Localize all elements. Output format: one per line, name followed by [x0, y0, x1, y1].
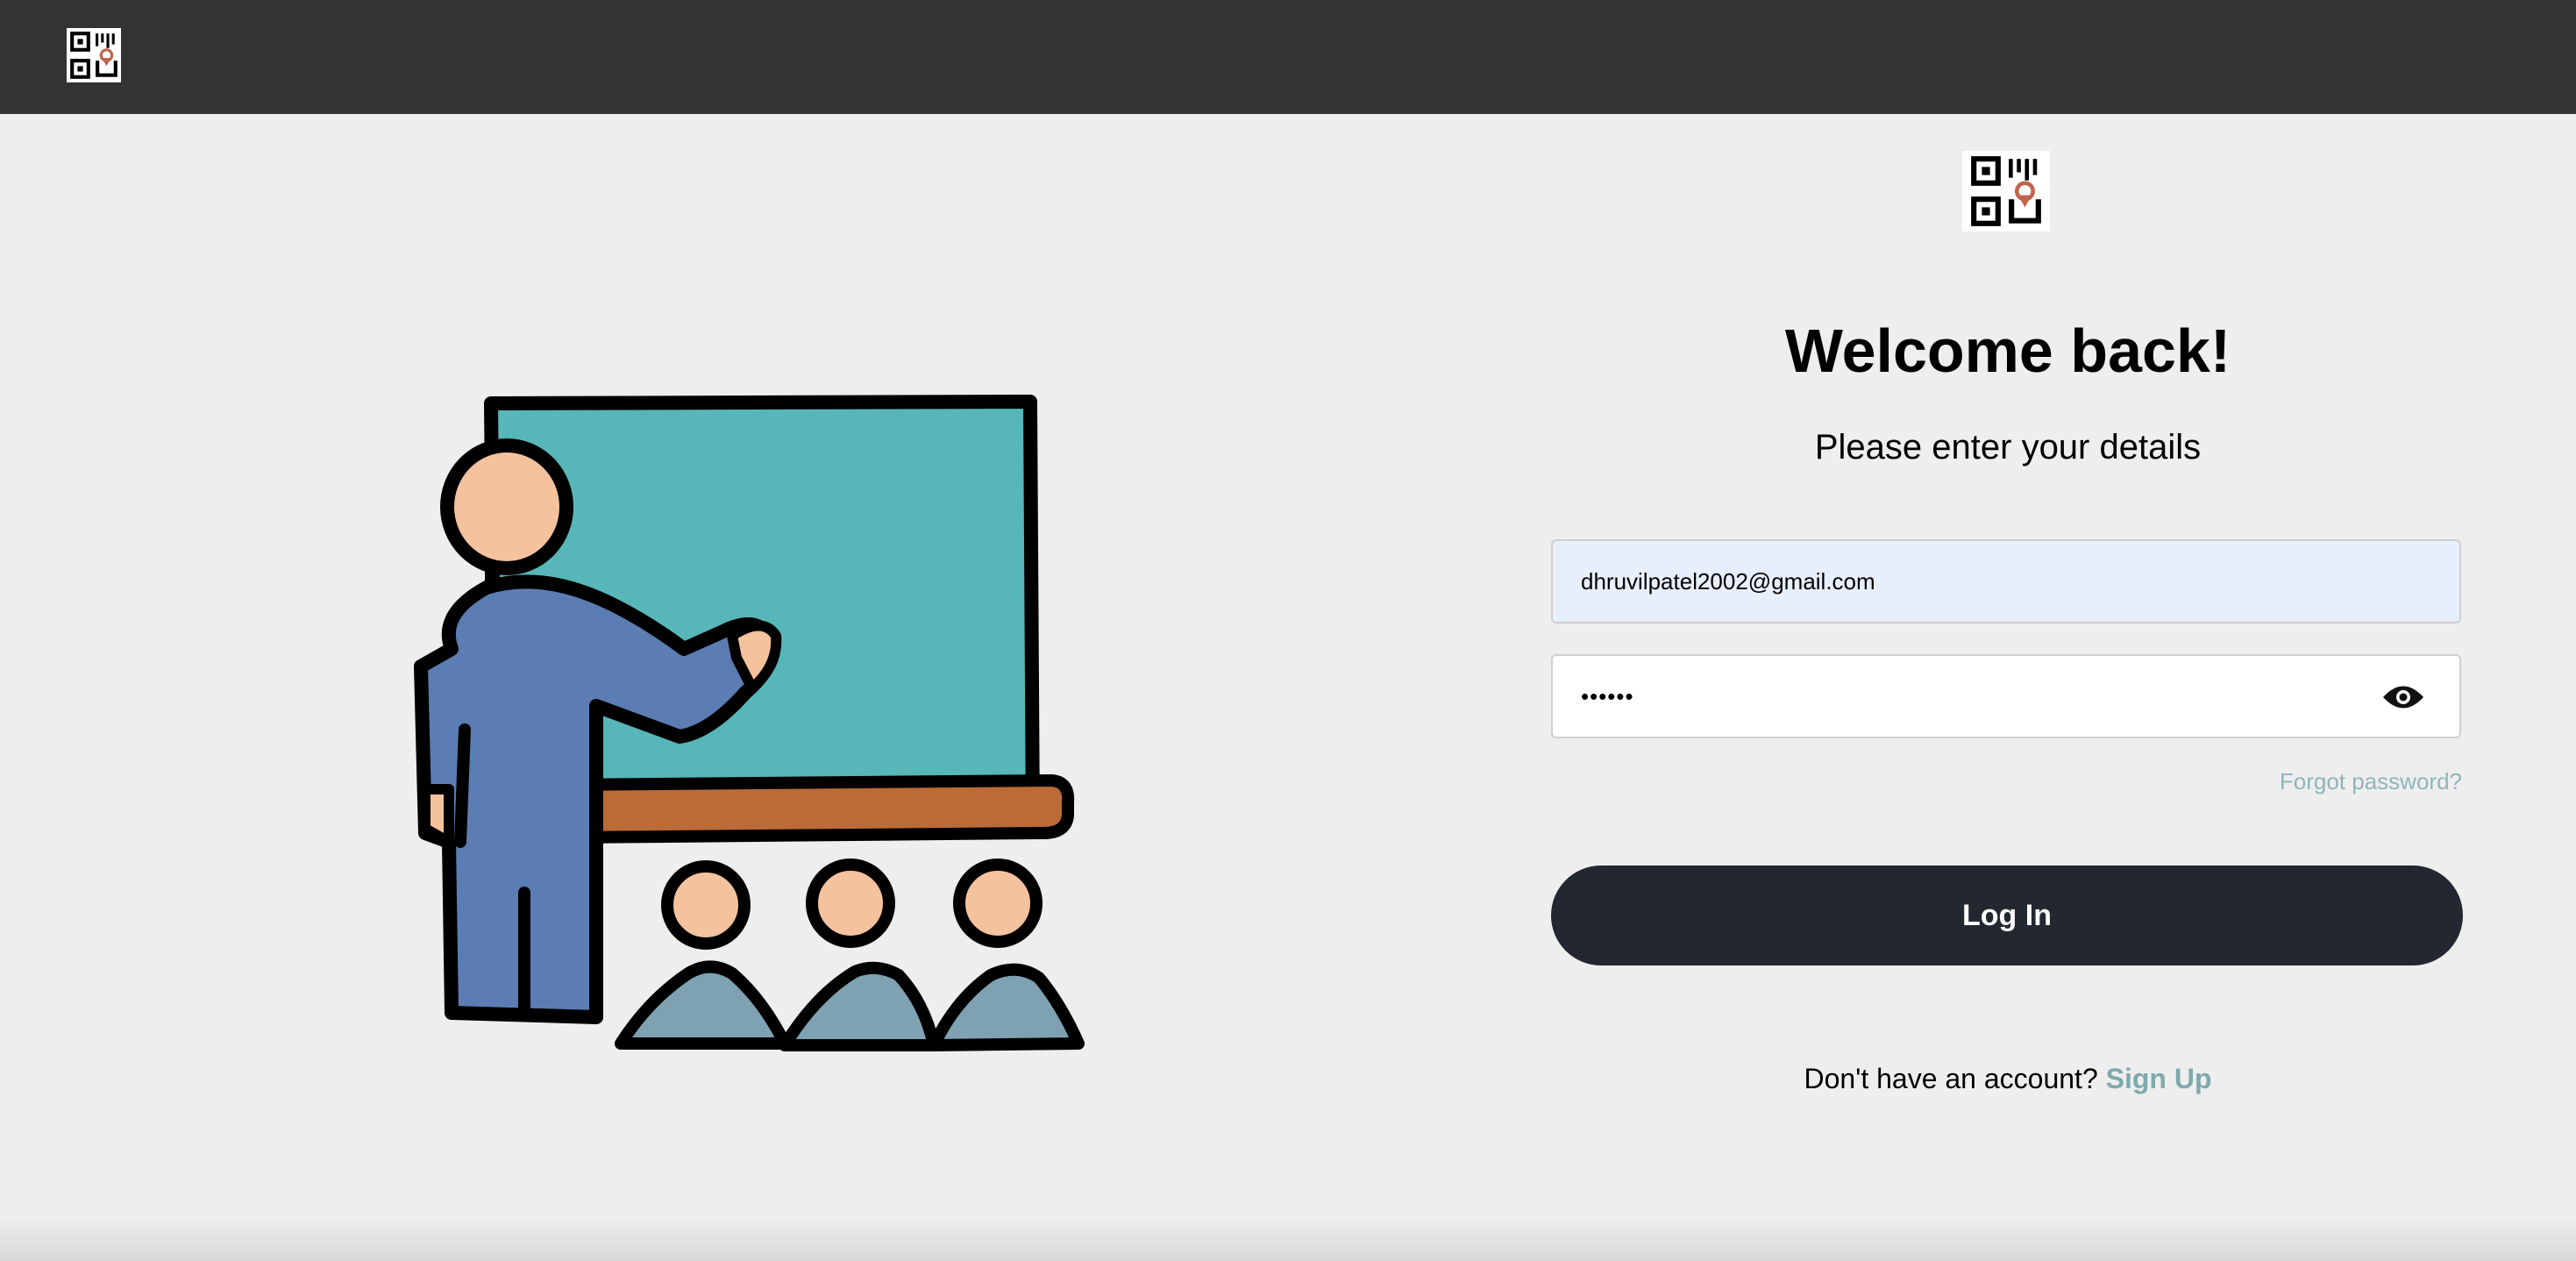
page-title: Welcome back!: [1784, 317, 2231, 385]
bottom-shadow: [0, 1219, 2576, 1261]
email-field[interactable]: [1551, 539, 2461, 623]
qr-location-logo-icon: [1962, 151, 2050, 232]
signup-row: Don't have an account? Sign Up: [1552, 1063, 2464, 1095]
log-in-button[interactable]: Log In: [1551, 866, 2463, 965]
sign-up-link[interactable]: Sign Up: [2106, 1063, 2212, 1094]
eye-icon[interactable]: [2381, 682, 2425, 712]
top-navigation-bar: [0, 0, 2576, 114]
qr-location-logo-icon[interactable]: [67, 28, 121, 82]
signup-prompt: Don't have an account?: [1804, 1063, 2098, 1094]
page-subtitle: Please enter your details: [1814, 428, 2202, 467]
password-field[interactable]: [1551, 654, 2461, 738]
teacher-classroom-illustration: [386, 386, 1105, 1070]
forgot-password-link[interactable]: Forgot password?: [2280, 768, 2462, 795]
